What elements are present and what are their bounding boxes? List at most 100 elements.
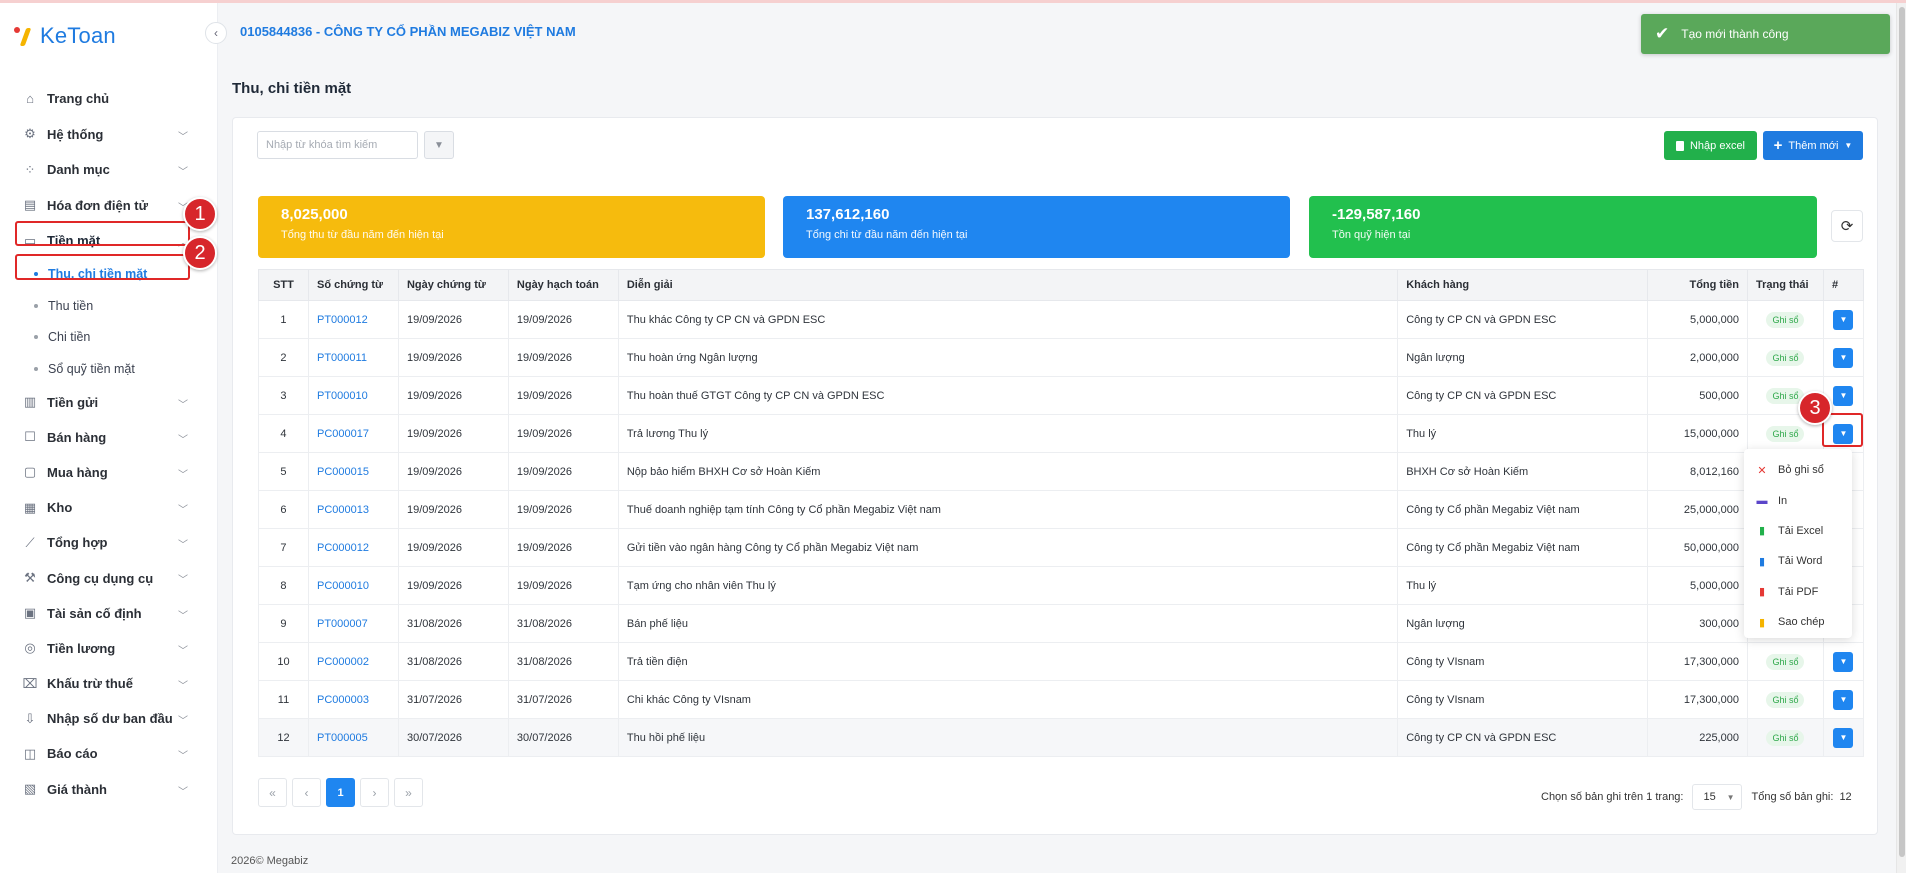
column-header[interactable]: Trạng thái	[1746, 269, 1824, 301]
cell: 300,000	[1647, 604, 1748, 643]
sidebar-menu: ⌂ Trang chủ ⚙ Hệ thống ﹀ ⁘ Danh mục ﹀ ▤ Hóa đơn đ…	[0, 81, 218, 807]
voucher-link[interactable]: PT000012	[317, 314, 368, 326]
row-actions-button[interactable]: ▼	[1833, 689, 1854, 710]
table-row[interactable]: 1 PT000012 19/09/2026 19/09/2026 Thu khác Cô…	[258, 300, 1865, 339]
search-input[interactable]	[257, 131, 418, 159]
table-cell: Công ty Cổ phần Megabiz Việt nam	[1406, 503, 1580, 516]
sidebar-item[interactable]: ⟋ Tổng hợp ﹀	[0, 525, 218, 560]
sidebar-subitem[interactable]: Thu tiền	[0, 290, 218, 322]
filter-button[interactable]: ▼	[424, 131, 454, 159]
per-page-select[interactable]: 15 ▼	[1692, 784, 1743, 810]
column-header[interactable]: Diễn giải	[617, 269, 1399, 301]
sidebar-item[interactable]: ⇩ Nhập số dư ban đầu ﹀	[0, 701, 218, 736]
sidebar-subitem[interactable]: Chi tiền	[0, 322, 218, 354]
row-actions-button[interactable]: ▼	[1833, 309, 1854, 330]
voucher-link[interactable]: PC000002	[317, 656, 369, 668]
scrollbar-thumb[interactable]	[1899, 7, 1905, 857]
first-page-button[interactable]: «	[258, 778, 287, 807]
table-cell: 30/07/2026	[406, 731, 463, 744]
sidebar-item[interactable]: ◫ Báo cáo ﹀	[0, 736, 218, 771]
cell: Thu khác Công ty CP CN và GPDN ESC	[617, 300, 1399, 339]
table-cell: 5,000,000	[1690, 313, 1739, 326]
sidebar-item[interactable]: ▣ Tài sản cố định ﹀	[0, 596, 218, 631]
company-name[interactable]: 0105844836 - CÔNG TY CỔ PHẦN MEGABIZ VIỆ…	[240, 24, 576, 39]
voucher-link[interactable]: PT000005	[317, 732, 368, 744]
row-actions-button[interactable]: ▼	[1833, 347, 1854, 368]
dropdown-item[interactable]: ▮ Tải PDF	[1744, 577, 1852, 607]
sidebar-item[interactable]: ◎ Tiền lương ﹀	[0, 631, 218, 666]
voucher-link[interactable]: PC000010	[317, 580, 369, 592]
success-toast[interactable]: ✔ Tạo mới thành công	[1641, 14, 1890, 54]
page-button-current[interactable]: 1	[326, 778, 355, 807]
column-header[interactable]: #	[1822, 269, 1865, 301]
sidebar-item[interactable]: ⁘ Danh mục ﹀	[0, 152, 218, 188]
table-cell: Công ty CP CN và GPDN ESC	[1406, 731, 1557, 744]
row-actions-button[interactable]: ▼	[1833, 385, 1854, 406]
refresh-button[interactable]: ⟳	[1831, 210, 1863, 242]
table-row[interactable]: 11 PC000003 31/07/2026 31/07/2026 Chi khác C…	[258, 680, 1865, 719]
table-row[interactable]: 7 PC000012 19/09/2026 19/09/2026 Gửi tiền và…	[258, 528, 1865, 567]
caret-down-icon: ▼	[1844, 141, 1853, 150]
table-cell: Nộp bảo hiểm BHXH Cơ sở Hoàn Kiếm	[626, 465, 821, 478]
sidebar-item[interactable]: ⚒ Công cụ dụng cụ ﹀	[0, 560, 218, 595]
column-header[interactable]: Khách hàng	[1397, 269, 1648, 301]
last-page-button[interactable]: »	[394, 778, 423, 807]
vouchers-table: STT Số chứng từ Ngày chứng từ Ngày hạch toá…	[258, 269, 1865, 757]
table-cell: 225,000	[1699, 731, 1739, 744]
voucher-link[interactable]: PT000010	[317, 390, 368, 402]
voucher-link[interactable]: PC000013	[317, 504, 369, 516]
table-row[interactable]: 6 PC000013 19/09/2026 19/09/2026 Thuế doanh …	[258, 490, 1865, 529]
import-excel-button[interactable]: Nhập excel	[1664, 131, 1757, 160]
table-row[interactable]: 12 PT000005 30/07/2026 30/07/2026 Thu hồi ph…	[258, 718, 1865, 757]
cell: PT000010	[307, 376, 399, 415]
voucher-link[interactable]: PT000007	[317, 618, 368, 630]
sidebar-subitem[interactable]: Sổ quỹ tiền mặt	[0, 353, 218, 385]
sidebar-item[interactable]: ⌧ Khấu trừ thuế ﹀	[0, 666, 218, 701]
dropdown-item[interactable]: ▮ Tải Word	[1744, 546, 1852, 576]
sidebar-item[interactable]: ⚙ Hệ thống ﹀	[0, 117, 218, 153]
voucher-link[interactable]: PC000015	[317, 466, 369, 478]
table-row[interactable]: 4 PC000017 19/09/2026 19/09/2026 Trả lương T…	[258, 414, 1865, 453]
row-actions-button[interactable]: ▼	[1833, 727, 1854, 748]
sidebar-item[interactable]: ▥ Tiền gửi ﹀	[0, 385, 218, 420]
voucher-link[interactable]: PC000003	[317, 694, 369, 706]
table-cell: 19/09/2026	[406, 503, 463, 516]
collapse-sidebar-button[interactable]: ‹	[205, 22, 227, 44]
row-actions-button[interactable]: ▼	[1833, 651, 1854, 672]
dropdown-item[interactable]: ▮ Sao chép	[1744, 607, 1852, 637]
dropdown-item[interactable]: ▮ Tải Excel	[1744, 516, 1852, 546]
column-header[interactable]: Tổng tiền	[1647, 269, 1748, 301]
sidebar-item[interactable]: ▦ Kho ﹀	[0, 490, 218, 525]
annotation-badge-1: 1	[183, 197, 217, 231]
table-row[interactable]: 10 PC000002 31/08/2026 31/08/2026 Trả tiền đ…	[258, 642, 1865, 681]
column-header[interactable]: Ngày hạch toán	[507, 269, 619, 301]
dropdown-item[interactable]: ✕ Bỏ ghi sổ	[1744, 455, 1852, 485]
table-cell: 19/09/2026	[516, 313, 572, 326]
sidebar-item[interactable]: ▧ Giá thành ﹀	[0, 772, 218, 807]
dropdown-item[interactable]: ▬ In	[1744, 485, 1852, 515]
status-badge: Ghi sổ	[1766, 691, 1805, 708]
sidebar-item[interactable]: ▢ Mua hàng ﹀	[0, 455, 218, 490]
table-row[interactable]: 5 PC000015 19/09/2026 19/09/2026 Nộp bảo hiể…	[258, 452, 1865, 491]
table-header-row: STT Số chứng từ Ngày chứng từ Ngày hạch toá…	[258, 269, 1865, 301]
table-row[interactable]: 9 PT000007 31/08/2026 31/08/2026 Bán phế liệ…	[258, 604, 1865, 643]
voucher-link[interactable]: PC000012	[317, 542, 369, 554]
table-cell: 19/09/2026	[406, 389, 463, 402]
logo[interactable]: KeToan	[14, 21, 116, 51]
voucher-link[interactable]: PT000011	[317, 352, 367, 364]
table-row[interactable]: 8 PC000010 19/09/2026 19/09/2026 Tạm ứng cho…	[258, 566, 1865, 605]
cell: 10	[258, 642, 309, 681]
column-header[interactable]: Số chứng từ	[307, 269, 399, 301]
page-scrollbar[interactable]	[1896, 3, 1906, 873]
column-header[interactable]: STT	[258, 269, 309, 301]
add-new-button[interactable]: + Thêm mới ▼	[1763, 131, 1863, 160]
column-header[interactable]: Ngày chứng từ	[397, 269, 509, 301]
sidebar-item[interactable]: ⌂ Trang chủ	[0, 81, 218, 117]
table-row[interactable]: 3 PT000010 19/09/2026 19/09/2026 Thu hoàn th…	[258, 376, 1865, 415]
cell: Thuế doanh nghiệp tạm tính Công ty Cổ ph…	[617, 490, 1399, 529]
next-page-button[interactable]: ›	[360, 778, 389, 807]
prev-page-button[interactable]: ‹	[292, 778, 321, 807]
table-row[interactable]: 2 PT000011 19/09/2026 19/09/2026 Thu hoàn ứn…	[258, 338, 1865, 377]
voucher-link[interactable]: PC000017	[317, 428, 369, 440]
sidebar-item[interactable]: ☐ Bán hàng ﹀	[0, 420, 218, 455]
